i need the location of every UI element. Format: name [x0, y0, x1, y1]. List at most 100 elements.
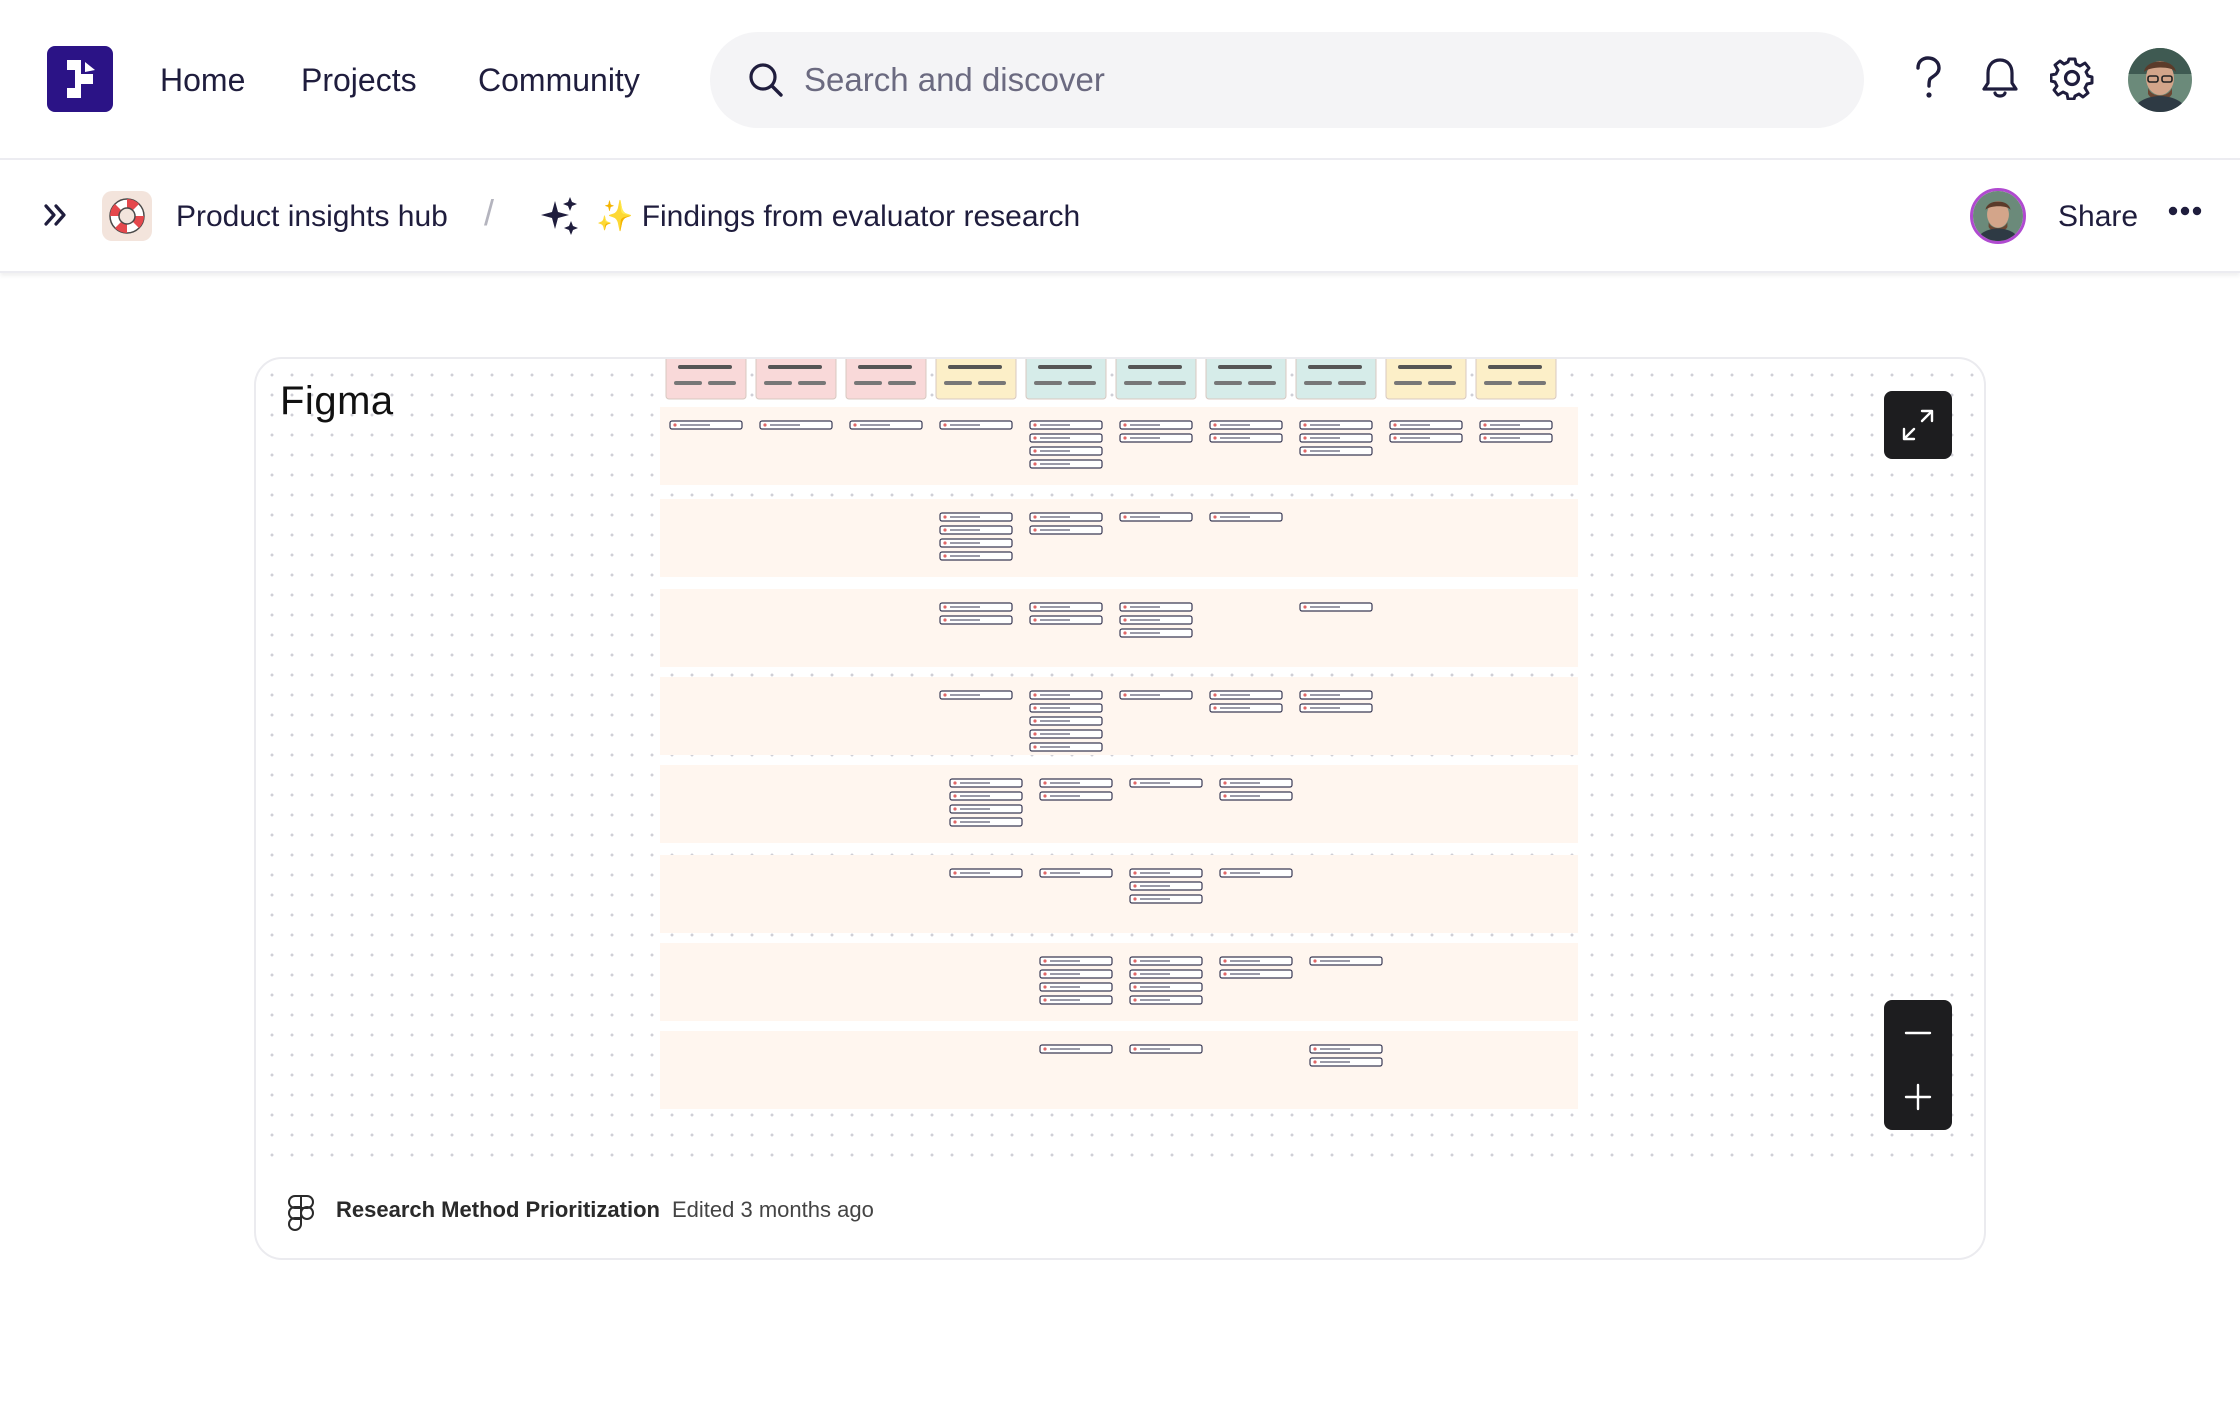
- share-button[interactable]: Share: [2058, 197, 2138, 237]
- tool-logo-mark: [798, 381, 826, 385]
- tag-chip-text: [1220, 437, 1250, 439]
- tag-chip-dot: [1133, 972, 1137, 976]
- tag-chip-text: [960, 872, 990, 874]
- tag-chip-dot: [853, 423, 857, 427]
- swimlane-row: [660, 765, 1578, 843]
- fullscreen-button[interactable]: [1884, 391, 1952, 459]
- tag-chip-dot: [943, 554, 947, 558]
- tag-chip-text: [1310, 450, 1340, 452]
- tag-chip-text: [1310, 707, 1340, 709]
- tag-chip-text: [1220, 516, 1250, 518]
- nav-home[interactable]: Home: [160, 56, 245, 104]
- tag-chip-dot: [1223, 959, 1227, 963]
- tag-chip-text: [1050, 960, 1080, 962]
- tool-logo-mark: [1124, 381, 1152, 385]
- swimlane-row: [660, 407, 1578, 485]
- lifebuoy-icon: [109, 198, 145, 234]
- gear-icon[interactable]: [2050, 56, 2094, 100]
- tag-chip-dot: [1393, 436, 1397, 440]
- search-input[interactable]: [804, 56, 1804, 104]
- tag-chip-text: [1140, 898, 1170, 900]
- tag-chip-text: [1050, 872, 1080, 874]
- more-options-icon[interactable]: [2168, 205, 2202, 217]
- tag-chip-text: [1040, 733, 1070, 735]
- tag-chip-dot: [943, 423, 947, 427]
- tag-chip-text: [950, 606, 980, 608]
- tag-chip-text: [1140, 782, 1170, 784]
- zoom-out-icon[interactable]: [1884, 1000, 1952, 1064]
- tool-logo-mark: [944, 381, 972, 385]
- tag-chip-dot: [1133, 998, 1137, 1002]
- tag-chip-text: [1040, 450, 1070, 452]
- hub-icon[interactable]: [102, 191, 152, 241]
- tool-logo-mark: [1398, 365, 1452, 369]
- tag-chip-text: [950, 555, 980, 557]
- board-thumbnail: [660, 359, 1578, 1109]
- tool-logo-mark: [858, 365, 912, 369]
- swimlane-row: [660, 1031, 1578, 1109]
- tag-chip-text: [1040, 437, 1070, 439]
- tag-chip-dot: [1033, 436, 1037, 440]
- tag-chip-text: [1220, 707, 1250, 709]
- tag-chip-dot: [1033, 528, 1037, 532]
- tag-chip-dot: [1303, 423, 1307, 427]
- tag-chip-dot: [1043, 972, 1047, 976]
- tag-chip-text: [1140, 1048, 1170, 1050]
- tag-chip-text: [1230, 795, 1260, 797]
- tag-chip-dot: [1033, 423, 1037, 427]
- tag-chip-text: [960, 782, 990, 784]
- collaborator-avatar[interactable]: [1970, 188, 2026, 244]
- tag-chip-text: [1040, 720, 1070, 722]
- tag-chip-text: [1320, 960, 1350, 962]
- tag-chip-dot: [1133, 959, 1137, 963]
- user-avatar[interactable]: [2128, 48, 2192, 112]
- tag-chip-text: [1230, 872, 1260, 874]
- tag-chip-dot: [1313, 959, 1317, 963]
- swimlane-row: [660, 855, 1578, 933]
- tag-chip-text: [1400, 424, 1430, 426]
- expand-sidebar-icon[interactable]: [42, 201, 70, 229]
- tag-chip-text: [1040, 746, 1070, 748]
- tag-chip-text: [1040, 516, 1070, 518]
- figma-canvas[interactable]: Figma: [256, 359, 1984, 1159]
- tool-logo-mark: [1488, 365, 1542, 369]
- tag-chip-dot: [943, 528, 947, 532]
- tag-chip-text: [1040, 529, 1070, 531]
- tool-logo-mark: [948, 365, 1002, 369]
- tag-chip-dot: [1043, 781, 1047, 785]
- tag-chip-dot: [1033, 462, 1037, 466]
- tag-chip-dot: [1123, 631, 1127, 635]
- tag-chip-dot: [953, 794, 957, 798]
- edited-timestamp: Edited 3 months ago: [672, 1197, 874, 1222]
- help-icon[interactable]: [1912, 56, 1944, 100]
- tag-chip-dot: [1303, 605, 1307, 609]
- tag-chip-dot: [1123, 618, 1127, 622]
- bell-icon[interactable]: [1980, 56, 2020, 100]
- tag-chip-text: [680, 424, 710, 426]
- tag-chip-dot: [1483, 436, 1487, 440]
- app-logo[interactable]: [47, 46, 113, 112]
- nav-projects[interactable]: Projects: [301, 56, 417, 104]
- tag-chip-text: [1230, 782, 1260, 784]
- breadcrumb-hub[interactable]: Product insights hub: [176, 197, 448, 237]
- tag-chip-dot: [1033, 719, 1037, 723]
- tag-chip-dot: [1123, 515, 1127, 519]
- tag-chip-text: [960, 795, 990, 797]
- search-bar[interactable]: [710, 32, 1864, 128]
- sparkles-icon: [541, 197, 578, 235]
- tag-chip-text: [1050, 782, 1080, 784]
- nav-community[interactable]: Community: [478, 56, 640, 104]
- tag-chip-text: [1230, 973, 1260, 975]
- tag-chip-text: [1050, 986, 1080, 988]
- file-name[interactable]: Research Method Prioritization: [336, 1197, 660, 1223]
- canvas-title: Figma: [280, 379, 394, 423]
- tool-logo-mark: [708, 381, 736, 385]
- tag-chip-text: [860, 424, 890, 426]
- zoom-in-icon[interactable]: [1884, 1064, 1952, 1130]
- tag-chip-text: [1130, 516, 1160, 518]
- tool-logo-mark: [1394, 381, 1422, 385]
- tag-chip-dot: [1033, 745, 1037, 749]
- tag-chip-dot: [943, 618, 947, 622]
- tag-chip-dot: [1133, 871, 1137, 875]
- tool-logo-mark: [1068, 381, 1096, 385]
